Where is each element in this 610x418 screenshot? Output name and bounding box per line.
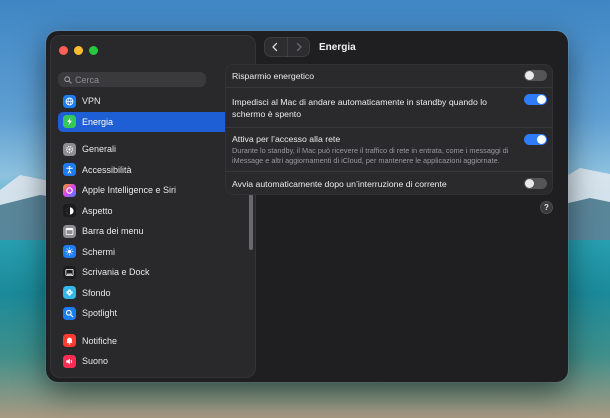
sidebar-item-aspetto[interactable]: Aspetto	[58, 201, 246, 222]
sidebar-item-generali[interactable]: Generali	[58, 139, 246, 160]
sidebar-item-label: Barra dei menu	[82, 226, 144, 237]
settings-group: Risparmio energetico Impedisci al Mac di…	[225, 64, 553, 195]
sidebar-list: VPN Energia Generali Accessibilità Apple…	[58, 91, 246, 372]
sidebar-item-accessibilita[interactable]: Accessibilità	[58, 160, 246, 181]
toggle-knob	[525, 71, 534, 80]
flower-icon	[63, 286, 76, 300]
close-window-button[interactable]	[59, 46, 68, 55]
search-field[interactable]	[58, 72, 206, 87]
setting-row-avvio-automatico: Avvia automaticamente dopo un’interruzio…	[225, 171, 553, 195]
sidebar-item-notifiche[interactable]: Notifiche	[58, 331, 246, 352]
sidebar-item-label: Suono	[82, 356, 109, 367]
toggle-switch[interactable]	[524, 94, 547, 105]
toggle-switch[interactable]	[524, 178, 547, 189]
appearance-icon	[63, 204, 76, 218]
toolbar: Energia	[264, 37, 356, 57]
speaker-icon	[63, 354, 76, 368]
toggle-switch[interactable]	[524, 134, 547, 145]
forward-button[interactable]	[286, 37, 311, 57]
sidebar-item-label: Spotlight	[82, 308, 118, 319]
page-title: Energia	[319, 41, 356, 53]
search-input[interactable]	[75, 74, 195, 85]
sidebar-item-label: Scrivania e Dock	[82, 267, 150, 278]
toggle-knob	[537, 95, 546, 104]
spotlight-icon	[63, 306, 76, 320]
sidebar-item-label: Sfondo	[82, 287, 111, 298]
gear-icon	[63, 142, 76, 156]
window-controls	[59, 46, 98, 55]
sidebar-item-label: Accessibilità	[82, 164, 132, 175]
sun-icon	[63, 245, 76, 259]
zoom-window-button[interactable]	[89, 46, 98, 55]
sidebar-item-label: Generali	[82, 144, 117, 155]
toggle-knob	[525, 179, 534, 188]
sidebar-item-label: VPN	[82, 96, 101, 107]
globe-icon	[63, 94, 76, 108]
dock-icon	[63, 265, 76, 279]
sidebar-item-apple-intelligence-siri[interactable]: Apple Intelligence e Siri	[58, 180, 246, 201]
sidebar-item-barra-dei-menu[interactable]: Barra dei menu	[58, 221, 246, 242]
chevron-left-icon	[272, 42, 278, 52]
minimize-window-button[interactable]	[74, 46, 83, 55]
sidebar-item-suono[interactable]: Suono	[58, 351, 246, 372]
navigation-buttons	[264, 37, 310, 57]
sidebar-item-label: Energia	[82, 116, 114, 127]
back-button[interactable]	[264, 37, 287, 57]
setting-row-impedisci-standby: Impedisci al Mac di andare automaticamen…	[225, 87, 553, 127]
sidebar-item-sfondo[interactable]: Sfondo	[58, 283, 246, 304]
setting-title: Risparmio energetico	[232, 70, 315, 81]
setting-title: Impedisci al Mac di andare automaticamen…	[232, 96, 487, 119]
bell-icon	[63, 334, 76, 348]
menubar-icon	[63, 224, 76, 238]
sidebar-item-label: Schermi	[82, 246, 116, 257]
setting-description: Durante lo standby, il Mac può ricevere …	[232, 146, 509, 165]
setting-row-risparmio-energetico: Risparmio energetico	[225, 64, 553, 87]
setting-row-accesso-rete: Attiva per l’accesso alla rete Durante l…	[225, 127, 553, 171]
siri-icon	[63, 183, 76, 197]
chevron-right-icon	[296, 42, 302, 52]
setting-title: Attiva per l’accesso alla rete	[232, 134, 341, 144]
toggle-knob	[537, 135, 546, 144]
bolt-icon	[63, 115, 76, 129]
sidebar-item-spotlight[interactable]: Spotlight	[58, 303, 246, 324]
sidebar-item-label: Notifiche	[82, 335, 118, 346]
help-button[interactable]: ?	[540, 201, 553, 214]
setting-title: Avvia automaticamente dopo un’interruzio…	[232, 178, 447, 189]
sidebar-item-schermi[interactable]: Schermi	[58, 242, 246, 263]
sidebar-item-label: Apple Intelligence e Siri	[82, 185, 177, 196]
search-icon	[64, 75, 72, 84]
sidebar-item-vpn[interactable]: VPN	[58, 91, 246, 112]
toggle-switch[interactable]	[524, 70, 547, 81]
sidebar-item-scrivania-dock[interactable]: Scrivania e Dock	[58, 262, 246, 283]
sidebar-item-energia[interactable]: Energia	[58, 111, 246, 132]
accessibility-icon	[63, 163, 76, 177]
sidebar-item-label: Aspetto	[82, 205, 113, 216]
